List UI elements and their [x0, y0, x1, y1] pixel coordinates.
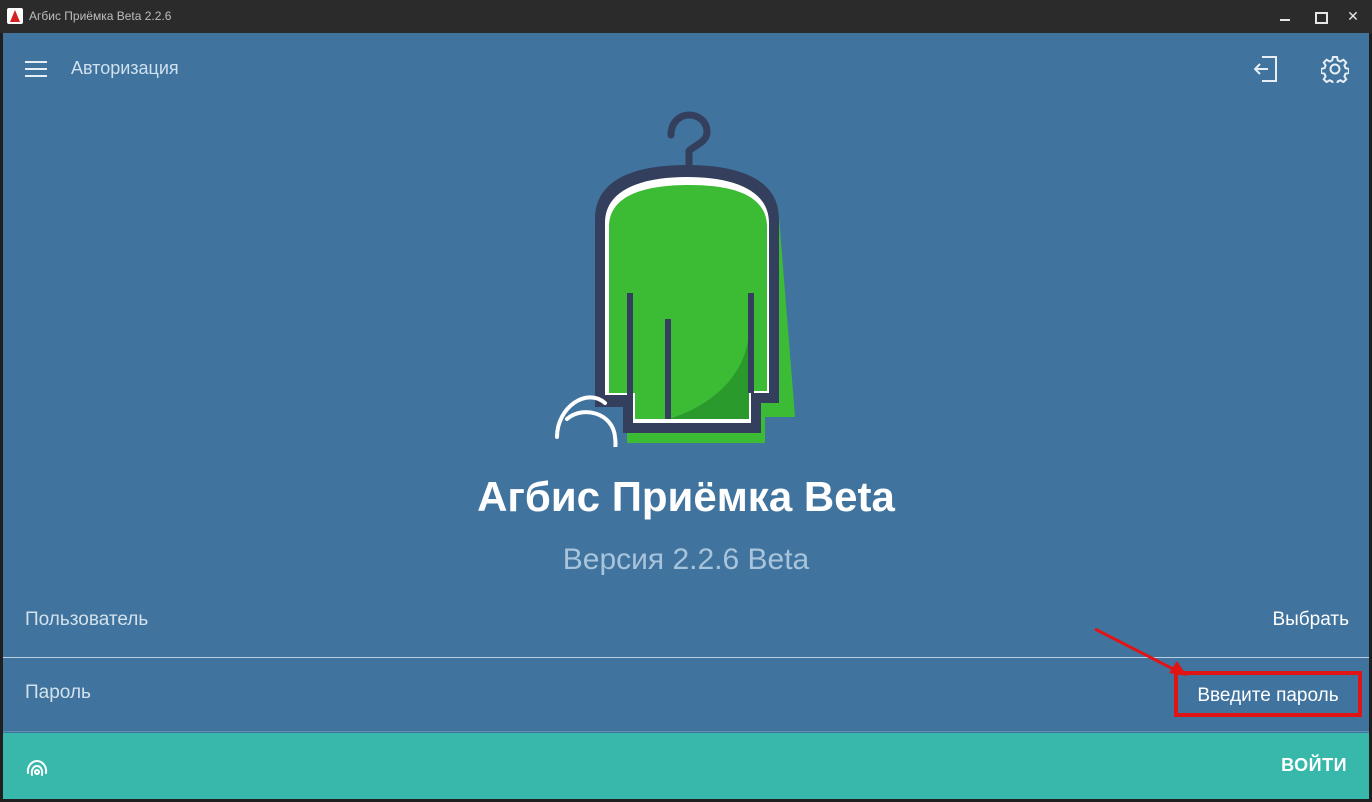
password-label: Пароль — [25, 682, 91, 703]
maximize-button[interactable] — [1302, 0, 1336, 33]
app-name-heading: Агбис Приёмка Beta — [477, 473, 895, 520]
user-select-button[interactable]: Выбрать — [1272, 609, 1349, 631]
app-window: Агбис Приёмка Beta 2.2.6 ✕ Авторизация А… — [0, 0, 1372, 802]
user-label: Пользователь — [25, 609, 149, 630]
window-title: Агбис Приёмка Beta 2.2.6 — [29, 9, 172, 23]
fingerprint-icon[interactable] — [25, 757, 49, 781]
password-placeholder: Введите пароль — [1197, 685, 1339, 706]
exit-door-icon[interactable] — [1254, 55, 1280, 83]
app-version-text: Версия 2.2.6 Beta — [562, 543, 810, 576]
app-logo-icon — [7, 8, 23, 24]
gear-icon[interactable] — [1321, 55, 1349, 83]
garment-on-hanger-icon — [555, 111, 795, 447]
bottom-action-bar: ВОЙТИ — [3, 733, 1369, 799]
divider — [3, 731, 1369, 732]
red-arrow-annotation — [1094, 627, 1187, 676]
close-button[interactable]: ✕ — [1336, 0, 1370, 33]
minimize-button[interactable] — [1268, 0, 1302, 33]
page-title: Авторизация — [71, 58, 179, 78]
title-bar: Агбис Приёмка Beta 2.2.6 ✕ — [0, 0, 1372, 33]
app-content: Авторизация Агбис Приёмка Beta Версия 2.… — [3, 33, 1369, 799]
password-input[interactable]: Введите пароль — [1174, 671, 1362, 717]
login-button[interactable]: ВОЙТИ — [1281, 755, 1347, 776]
hamburger-menu-icon[interactable] — [25, 59, 47, 79]
